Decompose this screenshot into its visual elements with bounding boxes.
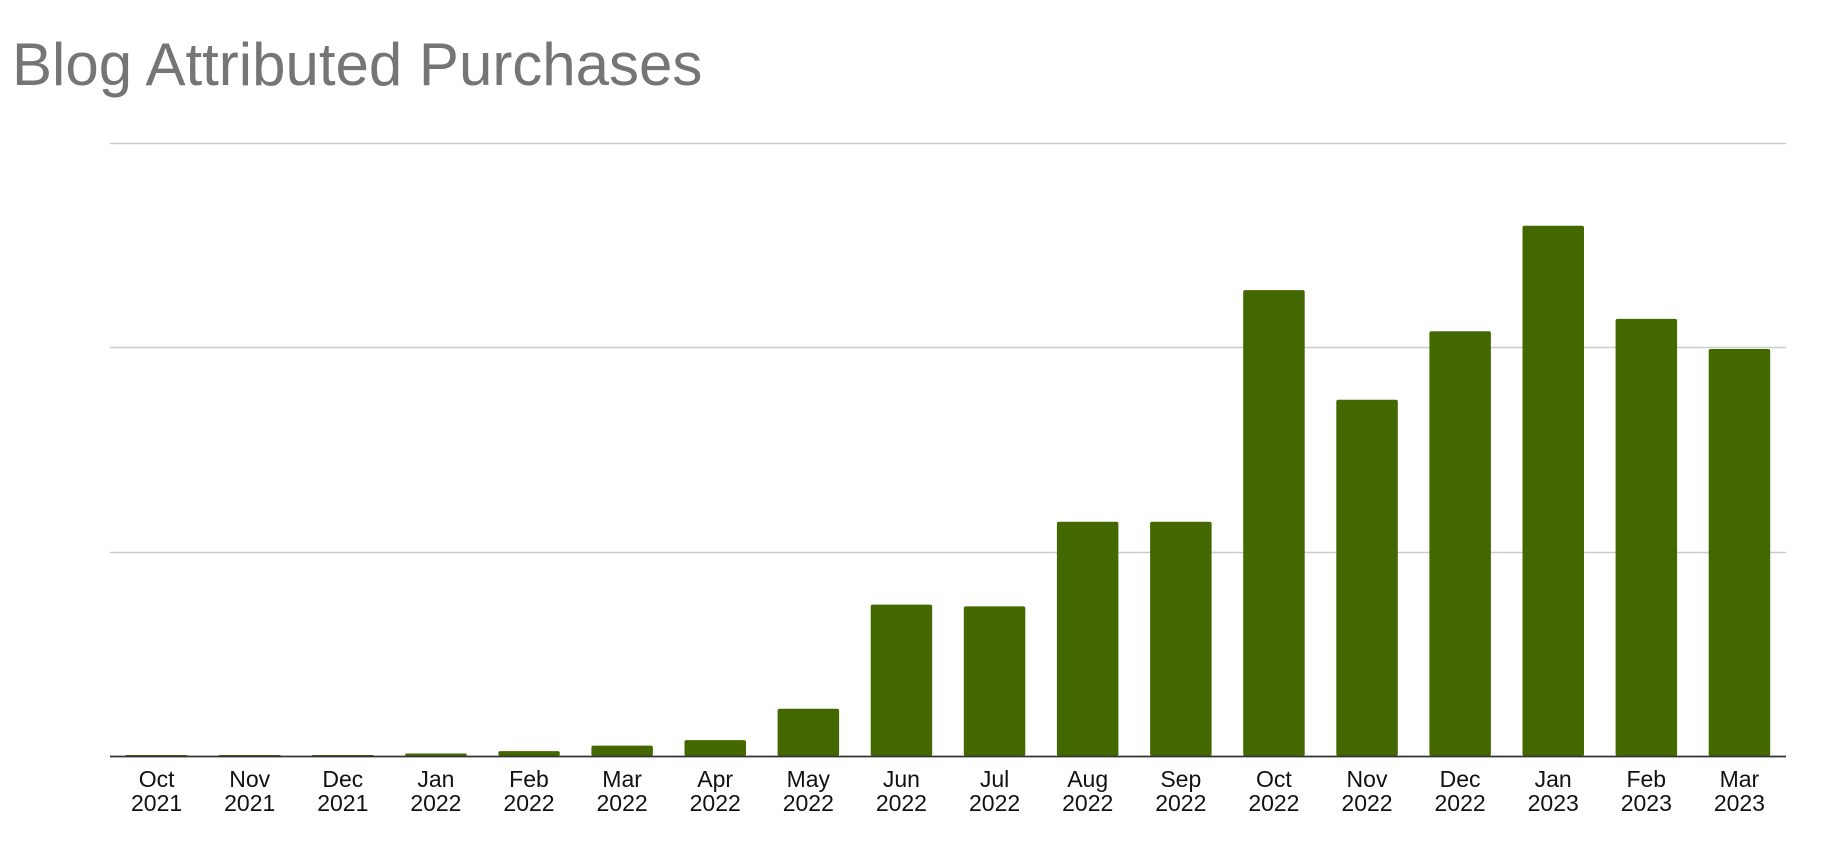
x-tick-month: Jul bbox=[980, 766, 1009, 792]
x-tick-month: Apr bbox=[697, 766, 733, 792]
bar-sep-2022[interactable] bbox=[1150, 521, 1212, 756]
x-tick-label: Mar 2022 bbox=[597, 766, 648, 816]
x-tick-label: Jan 2022 bbox=[410, 766, 461, 816]
x-tick-month: Mar bbox=[1720, 766, 1760, 792]
x-tick-year: 2021 bbox=[224, 790, 275, 816]
bar-jul-2022[interactable] bbox=[963, 606, 1026, 756]
x-tick-label: Dec 2021 bbox=[317, 766, 368, 816]
bar-chart: Oct 2021Nov 2021Dec 2021Jan 2022Feb 2022Mar 20… bbox=[110, 142, 1786, 816]
x-tick-month: Jan bbox=[1535, 766, 1572, 792]
x-tick-year: 2022 bbox=[597, 790, 648, 816]
bar-aug-2022[interactable] bbox=[1056, 521, 1119, 756]
x-tick-year: 2022 bbox=[876, 790, 927, 816]
bar-feb-2022[interactable] bbox=[498, 751, 560, 756]
x-tick-month: Jan bbox=[417, 766, 454, 792]
bar-jan-2023[interactable] bbox=[1522, 225, 1585, 757]
x-tick-year: 2022 bbox=[1435, 790, 1486, 816]
x-tick-month: Jun bbox=[883, 766, 920, 792]
x-tick-label: Dec 2022 bbox=[1435, 766, 1486, 816]
x-tick-label: Nov 2021 bbox=[224, 766, 275, 816]
x-tick-month: Nov bbox=[1347, 766, 1388, 792]
x-tick-label: Oct 2022 bbox=[1248, 766, 1299, 816]
x-tick-labels: Oct 2021Nov 2021Dec 2021Jan 2022Feb 2022Mar 20… bbox=[131, 766, 1765, 816]
bar-apr-2022[interactable] bbox=[684, 740, 747, 756]
bar-nov-2022[interactable] bbox=[1336, 399, 1398, 756]
x-tick-year: 2023 bbox=[1621, 790, 1672, 816]
bar-oct-2022[interactable] bbox=[1243, 290, 1305, 756]
x-tick-label: Jun 2022 bbox=[876, 766, 927, 816]
x-tick-month: Feb bbox=[1626, 766, 1666, 792]
x-tick-label: Mar 2023 bbox=[1714, 766, 1765, 816]
x-tick-month: Sep bbox=[1160, 766, 1201, 792]
x-tick-year: 2022 bbox=[503, 790, 554, 816]
x-tick-year: 2022 bbox=[410, 790, 461, 816]
x-tick-year: 2022 bbox=[1155, 790, 1206, 816]
bar-dec-2022[interactable] bbox=[1429, 331, 1491, 756]
bars bbox=[125, 225, 1771, 757]
x-tick-label: Feb 2022 bbox=[503, 766, 554, 816]
x-tick-year: 2022 bbox=[1062, 790, 1113, 816]
x-tick-year: 2021 bbox=[317, 790, 368, 816]
x-tick-month: Dec bbox=[1440, 766, 1481, 792]
x-tick-month: Oct bbox=[1256, 766, 1292, 792]
bar-may-2022[interactable] bbox=[777, 708, 840, 756]
x-tick-month: Nov bbox=[229, 766, 270, 792]
x-tick-label: May 2022 bbox=[783, 766, 834, 816]
x-tick-label: Feb 2023 bbox=[1621, 766, 1672, 816]
x-tick-label: Aug 2022 bbox=[1062, 766, 1113, 816]
bar-feb-2023[interactable] bbox=[1615, 318, 1678, 756]
x-tick-month: Feb bbox=[509, 766, 549, 792]
x-tick-label: Oct 2021 bbox=[131, 766, 182, 816]
x-tick-label: Nov 2022 bbox=[1341, 766, 1392, 816]
x-tick-month: Oct bbox=[139, 766, 175, 792]
x-tick-year: 2023 bbox=[1714, 790, 1765, 816]
x-tick-year: 2021 bbox=[131, 790, 182, 816]
x-tick-month: Dec bbox=[322, 766, 363, 792]
x-tick-month: Mar bbox=[602, 766, 642, 792]
x-tick-month: May bbox=[787, 766, 831, 792]
x-tick-label: Jan 2023 bbox=[1528, 766, 1579, 816]
x-tick-year: 2022 bbox=[969, 790, 1020, 816]
x-tick-label: Sep 2022 bbox=[1155, 766, 1206, 816]
bar-mar-2023[interactable] bbox=[1708, 349, 1771, 756]
x-tick-year: 2022 bbox=[783, 790, 834, 816]
x-tick-year: 2023 bbox=[1528, 790, 1579, 816]
x-tick-year: 2022 bbox=[690, 790, 741, 816]
bar-jun-2022[interactable] bbox=[870, 604, 933, 756]
x-tick-label: Apr 2022 bbox=[690, 766, 741, 816]
x-tick-year: 2022 bbox=[1248, 790, 1299, 816]
bar-mar-2022[interactable] bbox=[591, 745, 653, 756]
x-tick-label: Jul 2022 bbox=[969, 766, 1020, 816]
x-tick-year: 2022 bbox=[1341, 790, 1392, 816]
x-tick-month: Aug bbox=[1067, 766, 1108, 792]
